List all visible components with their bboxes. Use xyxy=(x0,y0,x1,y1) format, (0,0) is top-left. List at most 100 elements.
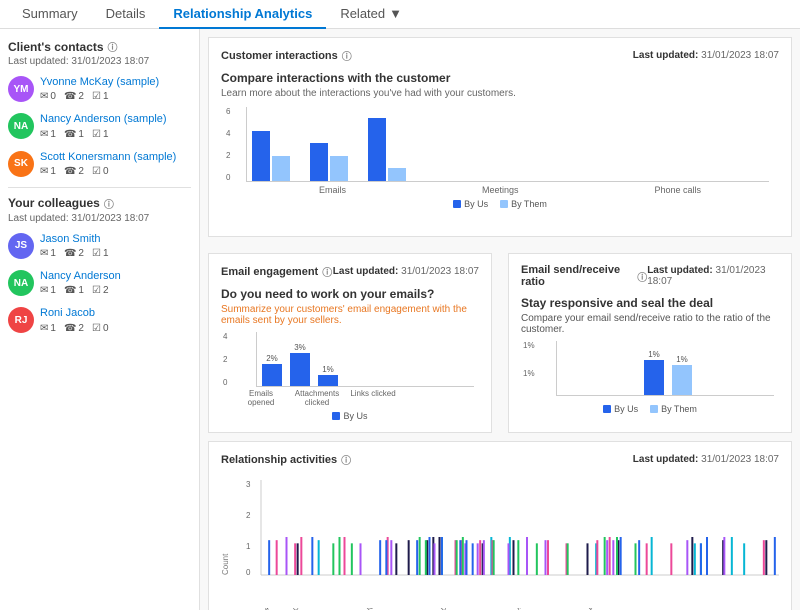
bar-emails-us xyxy=(252,131,270,181)
bar-links-clicked xyxy=(318,375,338,386)
contact-info: Scott Konersmann (sample) ✉ 1 ☎ 2 ☑ 0 xyxy=(40,150,191,177)
email-engagement-last-updated: Last updated: 31/01/2023 18:07 xyxy=(333,266,479,277)
bar-calls-us xyxy=(368,118,386,181)
contact-info: Jason Smith ✉ 1 ☎ 2 ☑ 1 xyxy=(40,232,191,259)
interactions-chart-title: Compare interactions with the customer xyxy=(221,71,779,85)
ratio-bar-them: 1% xyxy=(672,355,692,395)
tab-details[interactable]: Details xyxy=(92,0,160,29)
svg-text:0: 0 xyxy=(246,568,251,577)
ratio-bar-them-bar xyxy=(672,365,692,395)
contact-meta: ✉ 0 ☎ 2 ☑ 1 xyxy=(40,91,191,102)
contact-info: Nancy Anderson (sample) ✉ 1 ☎ 1 ☑ 1 xyxy=(40,112,191,139)
contact-phone: ☎ 1 xyxy=(64,285,84,296)
interactions-info-icon[interactable]: ⓘ xyxy=(342,48,352,63)
activities-last-updated: Last updated: 31/01/2023 18:07 xyxy=(633,454,779,465)
contact-phone: ☎ 2 xyxy=(64,248,84,259)
customer-interactions-card: Customer interactions ⓘ Last updated: 31… xyxy=(208,37,792,237)
avatar: JS xyxy=(8,233,34,259)
contact-task: ☑ 0 xyxy=(92,323,109,334)
avatar: SK xyxy=(8,151,34,177)
tab-relationship-analytics[interactable]: Relationship Analytics xyxy=(159,0,326,29)
colleagues-section-header: Your colleagues ⓘ xyxy=(8,196,191,211)
card-header: Customer interactions ⓘ Last updated: 31… xyxy=(221,48,779,63)
legend-them-dot xyxy=(650,405,658,413)
email-engagement-main-title: Do you need to work on your emails? xyxy=(221,287,479,301)
svg-text:2: 2 xyxy=(246,511,251,520)
legend-them-dot xyxy=(500,200,508,208)
colleagues-info-icon[interactable]: ⓘ xyxy=(104,196,114,211)
legend-them: By Them xyxy=(650,404,697,414)
bar-group-emails-opened: 2% xyxy=(262,354,282,386)
interactions-last-updated: Last updated: 31/01/2023 18:07 xyxy=(633,50,779,61)
email-engagement-title: Email engagement ⓘ xyxy=(221,264,332,279)
clients-info-icon[interactable]: ⓘ xyxy=(108,39,118,54)
email-send-receive-last-updated: Last updated: 31/01/2023 18:07 xyxy=(647,265,779,287)
card-title: Customer interactions ⓘ xyxy=(221,48,352,63)
contact-item: SK Scott Konersmann (sample) ✉ 1 ☎ 2 ☑ 0 xyxy=(8,150,191,177)
contact-meta: ✉ 1 ☎ 1 ☑ 2 xyxy=(40,285,191,296)
tab-summary[interactable]: Summary xyxy=(8,0,92,29)
email-engagement-info-icon[interactable]: ⓘ xyxy=(322,264,332,279)
email-send-receive-subtitle: Compare your email send/receive ratio to… xyxy=(521,313,779,335)
activities-info-icon[interactable]: ⓘ xyxy=(341,452,351,467)
contact-name[interactable]: Nancy Anderson xyxy=(40,269,191,283)
email-engagement-header: Email engagement ⓘ Last updated: 31/01/2… xyxy=(221,264,479,279)
contact-name[interactable]: Jason Smith xyxy=(40,232,191,246)
legend-us-dot xyxy=(603,405,611,413)
ratio-bar-us-bar xyxy=(644,360,664,395)
email-send-receive-header: Email send/receive ratio ⓘ Last updated:… xyxy=(521,264,779,288)
email-ratio-chart: 1% 1% xyxy=(556,341,774,396)
contact-name[interactable]: Roni Jacob xyxy=(40,306,191,320)
activities-header: Relationship activities ⓘ Last updated: … xyxy=(221,452,779,467)
contact-item: YM Yvonne McKay (sample) ✉ 0 ☎ 2 ☑ 1 xyxy=(8,75,191,102)
contact-task: ☑ 1 xyxy=(92,248,109,259)
bar-group-attachments: 3% xyxy=(290,343,310,386)
contact-email: ✉ 1 xyxy=(40,166,56,177)
sidebar: Client's contacts ⓘ Last updated: 31/01/… xyxy=(0,29,200,610)
contact-name[interactable]: Scott Konersmann (sample) xyxy=(40,150,191,164)
activities-title: Relationship activities ⓘ xyxy=(221,452,351,467)
clients-section-header: Client's contacts ⓘ xyxy=(8,39,191,54)
avatar: RJ xyxy=(8,307,34,333)
email-engagement-legend: By Us xyxy=(221,411,479,421)
contact-name[interactable]: Nancy Anderson (sample) xyxy=(40,112,191,126)
chevron-down-icon: ▼ xyxy=(389,6,402,21)
contact-task: ☑ 1 xyxy=(92,129,109,140)
contact-email: ✉ 1 xyxy=(40,129,56,140)
relationship-activities-section: Relationship activities ⓘ Last updated: … xyxy=(208,441,792,610)
contact-task: ☑ 2 xyxy=(92,285,109,296)
svg-text:1: 1 xyxy=(246,542,251,551)
email-engagement-subtitle: Summarize your customers' email engageme… xyxy=(221,304,479,326)
email-send-receive-main-title: Stay responsive and seal the deal xyxy=(521,296,779,310)
contact-item: NA Nancy Anderson (sample) ✉ 1 ☎ 1 ☑ 1 xyxy=(8,112,191,139)
contact-meta: ✉ 1 ☎ 2 ☑ 0 xyxy=(40,323,191,334)
colleague-item: RJ Roni Jacob ✉ 1 ☎ 2 ☑ 0 xyxy=(8,306,191,333)
legend-us-dot xyxy=(453,200,461,208)
legend-them: By Them xyxy=(500,199,547,209)
avatar: NA xyxy=(8,113,34,139)
bar-labels: Emails Meetings Phone calls xyxy=(246,185,769,195)
email-send-receive-info-icon[interactable]: ⓘ xyxy=(637,269,647,284)
contact-meta: ✉ 1 ☎ 2 ☑ 0 xyxy=(40,166,191,177)
chart-legend: By Us By Them xyxy=(221,199,779,209)
nav-tabs: Summary Details Relationship Analytics R… xyxy=(0,0,800,29)
legend-us-dot xyxy=(332,412,340,420)
contact-email: ✉ 1 xyxy=(40,248,56,259)
contact-task: ☑ 1 xyxy=(92,91,109,102)
bar-emails-them xyxy=(272,156,290,181)
svg-text:3: 3 xyxy=(246,480,251,489)
contact-email: ✉ 1 xyxy=(40,323,56,334)
contact-info: Roni Jacob ✉ 1 ☎ 2 ☑ 0 xyxy=(40,306,191,333)
contact-info: Nancy Anderson ✉ 1 ☎ 1 ☑ 2 xyxy=(40,269,191,296)
timeline-x-labels: 4 Oct Oct Nov Dec Jan Feb xyxy=(261,608,779,610)
contact-name[interactable]: Yvonne McKay (sample) xyxy=(40,75,191,89)
count-label: Count xyxy=(221,475,230,575)
bar-meetings-us xyxy=(310,143,328,181)
avatar: NA xyxy=(8,270,34,296)
contact-email: ✉ 0 xyxy=(40,91,56,102)
contact-phone: ☎ 1 xyxy=(64,129,84,140)
email-engagement-card: Email engagement ⓘ Last updated: 31/01/2… xyxy=(208,253,492,433)
tab-related[interactable]: Related ▼ xyxy=(326,0,416,29)
interactions-chart-subtitle: Learn more about the interactions you've… xyxy=(221,88,779,99)
bar-meetings-them xyxy=(330,156,348,181)
